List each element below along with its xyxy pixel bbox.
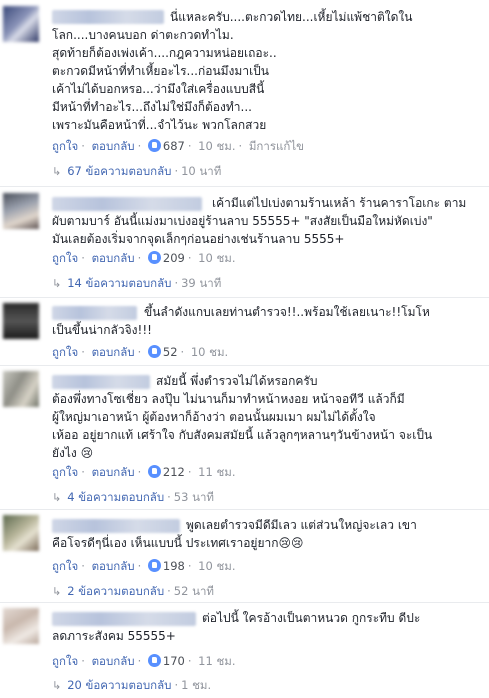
like-icon <box>147 139 161 152</box>
avatar[interactable] <box>3 608 39 644</box>
reply-link[interactable]: ตอบกลับ <box>92 654 135 668</box>
like-link[interactable]: ถูกใจ <box>52 559 78 573</box>
reply-arrow-icon: ↳ <box>52 277 62 290</box>
timestamp[interactable]: 10 ชม. <box>198 251 235 265</box>
timestamp[interactable]: 11 ชม. <box>198 465 235 479</box>
comment-text: ขึ้นลำดังแกบเลยท่านตำรวจ!!..พร้อมใช้เลยเ… <box>52 305 430 337</box>
comment-actions: ถูกใจ · ตอบกลับ · 209 · 10 ชม. <box>52 251 236 265</box>
reply-arrow-icon: ↳ <box>52 491 62 504</box>
view-replies-link[interactable]: ↳ 2 ข้อความตอบกลับ · 52 นาที <box>52 583 214 599</box>
comment-text: พูดเลยตำรวจมีดีมีเลว แต่ส่วนใหญ่จะเลว เข… <box>52 518 417 550</box>
like-link[interactable]: ถูกใจ <box>52 139 78 153</box>
like-icon <box>147 465 161 478</box>
reply-arrow-icon: ↳ <box>52 679 62 692</box>
like-count[interactable]: 209 <box>163 251 185 265</box>
like-link[interactable]: ถูกใจ <box>52 465 78 479</box>
like-icon <box>147 654 161 667</box>
like-icon <box>147 251 161 264</box>
avatar[interactable] <box>3 303 39 339</box>
comment-text: สมัยนี้ พึ่งตำรวจไม่ได้หรอกครับ ต้องพึ่ง… <box>52 374 433 460</box>
avatar[interactable] <box>3 193 39 229</box>
divider <box>0 297 489 298</box>
avatar[interactable] <box>3 371 39 407</box>
view-replies-link[interactable]: ↳ 14 ข้อความตอบกลับ · 39 นาที <box>52 275 221 291</box>
comment-actions: ถูกใจ · ตอบกลับ · 198 · 10 ชม. <box>52 559 236 573</box>
comment-actions: ถูกใจ · ตอบกลับ · 170 · 11 ชม. <box>52 654 236 668</box>
avatar[interactable] <box>3 6 39 42</box>
divider <box>0 509 489 510</box>
comment-text: ต่อไปนี้ ใครอ้างเป็นตาหนวด กูกระทืบ ดีปะ… <box>52 611 421 643</box>
like-count[interactable]: 52 <box>163 345 178 359</box>
reply-arrow-icon: ↳ <box>52 585 62 598</box>
view-replies-link[interactable]: ↳ 4 ข้อความตอบกลับ · 53 นาที <box>52 489 214 505</box>
like-link[interactable]: ถูกใจ <box>52 345 78 359</box>
like-icon <box>147 345 161 358</box>
reply-link[interactable]: ตอบกลับ <box>92 251 135 265</box>
like-count[interactable]: 170 <box>163 654 185 668</box>
edited-label[interactable]: มีการแก้ไข <box>249 139 304 153</box>
like-link[interactable]: ถูกใจ <box>52 654 78 668</box>
like-icon <box>147 559 161 572</box>
divider <box>0 186 489 187</box>
comment-text: นี่แหละครับ....ตะกวดไทย...เหี้ยไม่แพ้ชาต… <box>52 10 413 132</box>
comment-actions: ถูกใจ · ตอบกลับ · 212 · 11 ชม. <box>52 465 236 479</box>
avatar[interactable] <box>3 515 39 551</box>
divider <box>0 602 489 603</box>
reply-link[interactable]: ตอบกลับ <box>92 559 135 573</box>
like-count[interactable]: 212 <box>163 465 185 479</box>
like-link[interactable]: ถูกใจ <box>52 251 78 265</box>
comment-actions: ถูกใจ · ตอบกลับ · 52 · 10 ชม. <box>52 345 229 359</box>
timestamp[interactable]: 11 ชม. <box>198 654 235 668</box>
like-count[interactable]: 198 <box>163 559 185 573</box>
comment-actions: ถูกใจ · ตอบกลับ · 687 · 10 ชม. · มีการแก้ไข <box>52 139 305 153</box>
reply-link[interactable]: ตอบกลับ <box>92 465 135 479</box>
like-count[interactable]: 687 <box>163 139 185 153</box>
comment-text: เค้ามีแต่ไปเบ่งตามร้านเหล้า ร้านคาราโอเก… <box>52 196 467 246</box>
timestamp[interactable]: 10 ชม. <box>191 345 228 359</box>
reply-arrow-icon: ↳ <box>52 165 62 178</box>
reply-link[interactable]: ตอบกลับ <box>92 345 135 359</box>
reply-link[interactable]: ตอบกลับ <box>92 139 135 153</box>
timestamp[interactable]: 10 ชม. <box>198 559 235 573</box>
view-replies-link[interactable]: ↳ 20 ข้อความตอบกลับ · 1 ชม. <box>52 677 211 693</box>
timestamp[interactable]: 10 ชม. <box>198 139 235 153</box>
divider <box>0 365 489 366</box>
view-replies-link[interactable]: ↳ 67 ข้อความตอบกลับ · 10 นาที <box>52 163 221 179</box>
